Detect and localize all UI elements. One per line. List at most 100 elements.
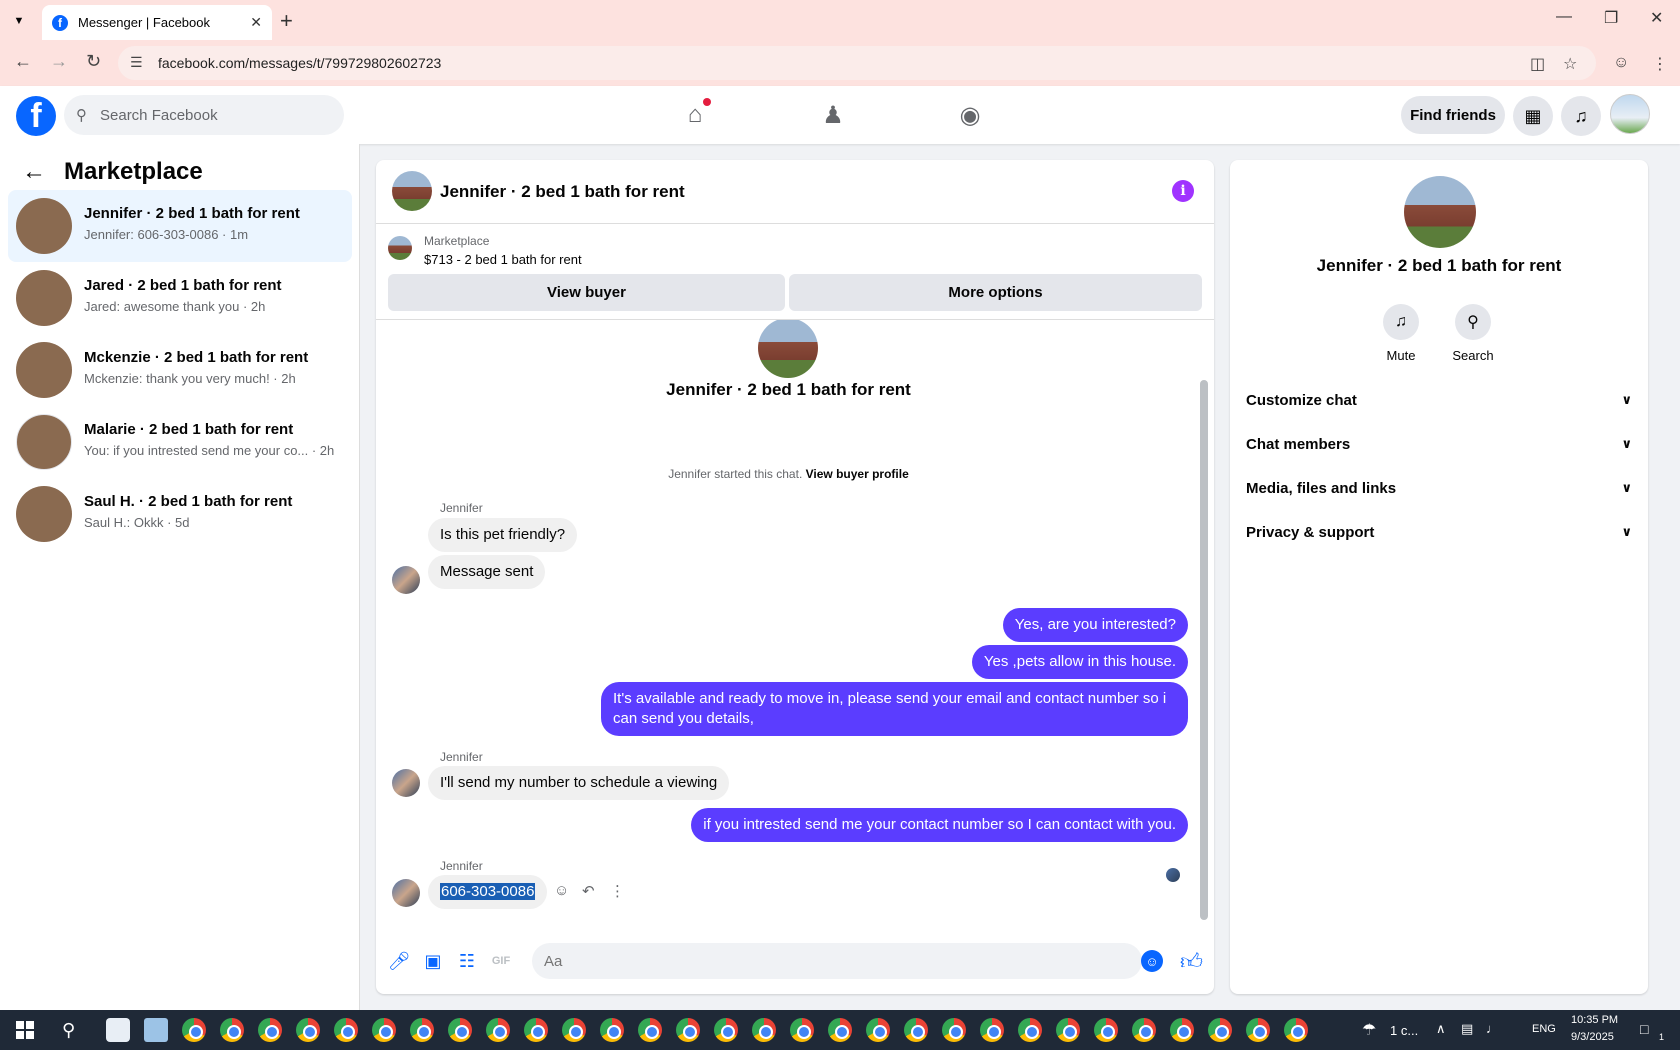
weather-text[interactable]: 1 c... bbox=[1390, 1023, 1418, 1038]
chrome-app-icon[interactable] bbox=[1170, 1018, 1194, 1042]
outgoing-message[interactable]: Yes ,pets allow in this house. bbox=[971, 645, 1188, 679]
chrome-app-icon[interactable] bbox=[296, 1018, 320, 1042]
more-actions-icon[interactable]: ⋮ bbox=[610, 882, 625, 900]
view-buyer-profile-link[interactable]: View buyer profile bbox=[806, 467, 909, 481]
emoji-icon[interactable]: ☺ bbox=[1141, 950, 1163, 972]
new-tab-icon[interactable]: + bbox=[280, 8, 293, 34]
back-icon[interactable]: ← bbox=[14, 51, 32, 72]
weather-umbrella-icon[interactable]: ☂ bbox=[1362, 1020, 1376, 1040]
chrome-app-icon[interactable] bbox=[942, 1018, 966, 1042]
customize-chat-section[interactable]: Customize chat ∨ bbox=[1246, 382, 1632, 418]
privacy-support-section[interactable]: Privacy & support ∨ bbox=[1246, 514, 1632, 550]
language-indicator[interactable]: ENG bbox=[1532, 1023, 1556, 1035]
conversation-item[interactable]: Jennifer · 2 bed 1 bath for rent Jennife… bbox=[8, 190, 352, 262]
chrome-app-icon[interactable] bbox=[980, 1018, 1004, 1042]
facebook-logo-icon[interactable]: f bbox=[16, 96, 56, 136]
conversation-info-icon[interactable]: i bbox=[1172, 180, 1194, 202]
url-input[interactable]: ☰ facebook.com/messages/t/79972980260272… bbox=[118, 46, 1596, 80]
windows-start-icon[interactable] bbox=[16, 1021, 34, 1039]
incoming-message[interactable]: Message sent bbox=[428, 555, 546, 589]
close-window-icon[interactable]: ✕ bbox=[1650, 8, 1663, 28]
chrome-app-icon[interactable] bbox=[828, 1018, 852, 1042]
outgoing-message[interactable]: It's available and ready to move in, ple… bbox=[601, 682, 1188, 736]
taskbar-search-icon[interactable]: ⚲ bbox=[62, 1020, 75, 1041]
browser-menu-icon[interactable]: ⋮ bbox=[1652, 54, 1668, 74]
tab-search-icon[interactable]: ▼ bbox=[8, 10, 30, 32]
find-friends-button[interactable]: Find friends bbox=[1401, 96, 1505, 134]
chrome-app-icon[interactable] bbox=[638, 1018, 662, 1042]
chrome-app-icon[interactable] bbox=[1094, 1018, 1118, 1042]
chrome-app-icon[interactable] bbox=[1246, 1018, 1270, 1042]
forward-icon[interactable]: → bbox=[50, 51, 68, 72]
chrome-app-icon[interactable] bbox=[752, 1018, 776, 1042]
network-icon[interactable]: ▤ bbox=[1461, 1021, 1473, 1037]
friends-icon[interactable]: ♟ bbox=[818, 100, 848, 130]
chrome-app-icon[interactable] bbox=[600, 1018, 624, 1042]
gif-icon[interactable]: GIF bbox=[490, 950, 512, 972]
install-app-icon[interactable]: ◫ bbox=[1530, 54, 1545, 74]
clock-date[interactable]: 9/3/2025 bbox=[1571, 1031, 1614, 1043]
clock-time[interactable]: 10:35 PM bbox=[1571, 1014, 1618, 1026]
chrome-app-icon[interactable] bbox=[714, 1018, 738, 1042]
browser-tab[interactable]: f Messenger | Facebook ✕ bbox=[42, 5, 272, 40]
outgoing-message[interactable]: Yes, are you interested? bbox=[1002, 608, 1188, 642]
chrome-app-icon[interactable] bbox=[410, 1018, 434, 1042]
photo-icon[interactable]: ▣ bbox=[422, 950, 444, 972]
chrome-app-icon[interactable] bbox=[790, 1018, 814, 1042]
chrome-app-icon[interactable] bbox=[904, 1018, 928, 1042]
sender-avatar[interactable] bbox=[392, 769, 420, 797]
chrome-app-icon[interactable] bbox=[182, 1018, 206, 1042]
conversation-item[interactable]: Mckenzie · 2 bed 1 bath for rent Mckenzi… bbox=[8, 334, 352, 406]
outgoing-message[interactable]: if you intrested send me your contact nu… bbox=[691, 808, 1188, 842]
menu-grid-icon[interactable]: ▦ bbox=[1513, 96, 1553, 136]
chrome-app-icon[interactable] bbox=[1284, 1018, 1308, 1042]
chrome-app-icon[interactable] bbox=[676, 1018, 700, 1042]
chrome-app-icon[interactable] bbox=[372, 1018, 396, 1042]
sticker-icon[interactable]: ☷ bbox=[456, 950, 478, 972]
chrome-app-icon[interactable] bbox=[1018, 1018, 1042, 1042]
groups-icon[interactable]: ◉ bbox=[955, 100, 985, 130]
chrome-app-icon[interactable] bbox=[1132, 1018, 1156, 1042]
more-options-button[interactable]: More options bbox=[789, 274, 1202, 311]
chrome-app-icon[interactable] bbox=[562, 1018, 586, 1042]
chrome-app-icon[interactable] bbox=[258, 1018, 282, 1042]
chrome-app-icon[interactable] bbox=[334, 1018, 358, 1042]
sender-avatar[interactable] bbox=[392, 879, 420, 907]
message-scrollbar[interactable] bbox=[1200, 380, 1208, 920]
volume-icon[interactable]: ♩ bbox=[1486, 1021, 1499, 1036]
message-input[interactable] bbox=[532, 943, 1142, 979]
view-buyer-button[interactable]: View buyer bbox=[388, 274, 785, 311]
chrome-app-icon[interactable] bbox=[1056, 1018, 1080, 1042]
chrome-app-icon[interactable] bbox=[866, 1018, 890, 1042]
phone-number-text[interactable]: 606-303-0086 bbox=[440, 883, 536, 900]
chrome-app-icon[interactable] bbox=[448, 1018, 472, 1042]
profile-icon[interactable]: ☺ bbox=[1613, 54, 1629, 72]
like-thumbs-up-icon[interactable]: 👍︎ bbox=[1180, 948, 1203, 975]
reload-icon[interactable]: ↻ bbox=[86, 51, 101, 72]
chat-header-thumbnail[interactable] bbox=[392, 171, 432, 211]
account-avatar[interactable] bbox=[1610, 94, 1650, 134]
conversation-item[interactable]: Malarie · 2 bed 1 bath for rent You: if … bbox=[8, 406, 352, 478]
sender-avatar[interactable] bbox=[392, 566, 420, 594]
conversation-item[interactable]: Jared · 2 bed 1 bath for rent Jared: awe… bbox=[8, 262, 352, 334]
search-facebook-input[interactable]: ⚲ Search Facebook bbox=[64, 95, 344, 135]
chrome-app-icon[interactable] bbox=[220, 1018, 244, 1042]
chrome-app-icon[interactable] bbox=[486, 1018, 510, 1042]
search-conversation-button[interactable]: ⚲ Search bbox=[1443, 304, 1503, 363]
paint-app-icon[interactable] bbox=[106, 1018, 130, 1042]
notifications-center-icon[interactable]: □ bbox=[1640, 1021, 1648, 1037]
back-arrow-icon[interactable]: ← bbox=[22, 158, 46, 186]
chrome-app-icon[interactable] bbox=[524, 1018, 548, 1042]
site-info-icon[interactable]: ☰ bbox=[130, 54, 143, 71]
minimize-icon[interactable]: — bbox=[1556, 8, 1572, 26]
conversation-item[interactable]: Saul H. · 2 bed 1 bath for rent Saul H.:… bbox=[8, 478, 352, 550]
incoming-message[interactable]: 606-303-0086 bbox=[428, 875, 548, 909]
message-list[interactable]: Jennifer · 2 bed 1 bath for rent Jennife… bbox=[376, 320, 1214, 932]
chat-title[interactable]: Jennifer · 2 bed 1 bath for rent bbox=[440, 182, 685, 202]
photos-app-icon[interactable] bbox=[144, 1018, 168, 1042]
chrome-app-icon[interactable] bbox=[1208, 1018, 1232, 1042]
react-icon[interactable]: ☺ bbox=[554, 882, 569, 899]
reply-icon[interactable]: ↶ bbox=[582, 882, 595, 900]
incoming-message[interactable]: I'll send my number to schedule a viewin… bbox=[428, 766, 730, 800]
media-files-links-section[interactable]: Media, files and links ∨ bbox=[1246, 470, 1632, 506]
